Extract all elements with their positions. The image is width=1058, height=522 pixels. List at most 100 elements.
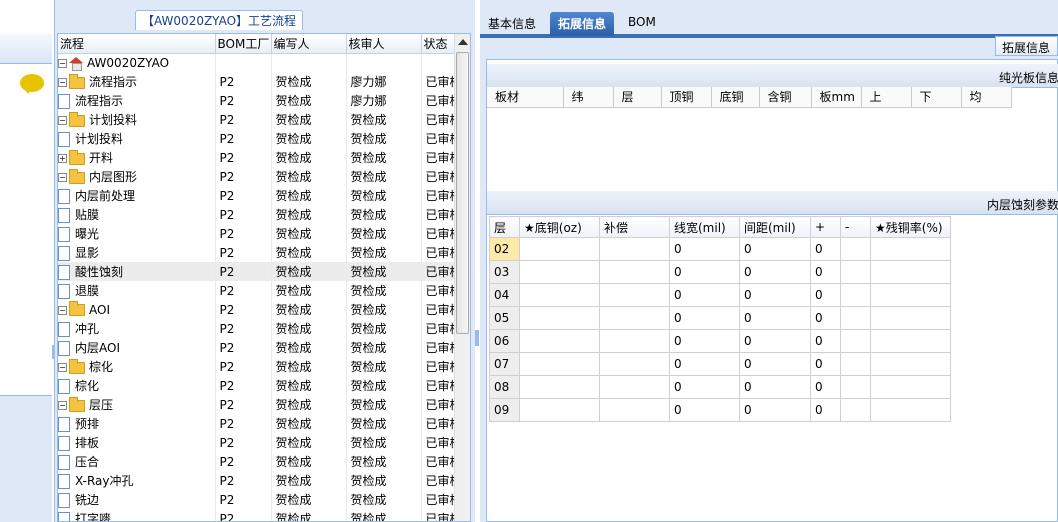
tree-cell-process[interactable]: 贴膜 [58,205,216,224]
inner-etch-value-cell[interactable] [599,306,670,330]
inner-etch-value-cell[interactable] [840,306,871,330]
inner-etch-value-cell[interactable]: 0 [810,375,841,399]
tree-row[interactable]: − AOI P2 贺检成 贺检成 已审核 [58,300,459,319]
plain-board-col-header[interactable]: 板mm [811,87,862,108]
plain-board-col-header[interactable]: 均 [961,87,1012,108]
plain-board-col-header[interactable]: 板材 [487,87,564,108]
plain-board-col-header[interactable]: 纬 [563,87,614,108]
tree-row[interactable]: 内层AOI P2 贺检成 贺检成 已审核 [58,338,459,357]
inner-etch-value-cell[interactable] [599,260,670,284]
inner-etch-value-cell[interactable]: 0 [739,306,811,330]
tree-cell-process[interactable]: X-Ray冲孔 [58,471,216,490]
tree-row[interactable]: 冲孔 P2 贺检成 贺检成 已审核 [58,319,459,338]
scrollbar-thumb[interactable] [456,52,469,334]
inner-etch-value-cell[interactable] [519,329,600,353]
plain-board-col-header[interactable]: 上 [861,87,912,108]
plain-board-col-header[interactable]: 层 [613,87,662,108]
tree-row[interactable]: 棕化 P2 贺检成 贺检成 已审核 [58,376,459,395]
inner-etch-value-cell[interactable] [840,375,871,399]
inner-etch-value-cell[interactable] [870,329,951,353]
tree-cell-process[interactable]: 退膜 [58,281,216,300]
inner-etch-value-cell[interactable] [519,375,600,399]
inner-etch-value-cell[interactable] [840,237,871,261]
expand-icon[interactable]: + [58,154,67,163]
inner-etch-value-cell[interactable]: 0 [669,306,740,330]
inner-etch-value-cell[interactable] [599,329,670,353]
inner-etch-value-cell[interactable] [870,352,951,376]
tree-cell-process[interactable]: − AOI [58,300,216,319]
inner-etch-value-cell[interactable] [519,283,600,307]
tree-vertical-scrollbar[interactable] [454,34,470,521]
plain-board-col-header[interactable]: 下 [911,87,962,108]
tree-cell-process[interactable]: − 棕化 [58,357,216,376]
plain-board-col-header[interactable]: 顶铜 [661,87,712,108]
tree-row[interactable]: − 内层图形 P2 贺检成 贺检成 已审核 [58,167,459,186]
tree-cell-process[interactable]: 预排 [58,414,216,433]
tree-cell-process[interactable]: 压合 [58,452,216,471]
inner-etch-value-cell[interactable]: 0 [669,329,740,353]
inner-etch-value-cell[interactable] [599,398,670,422]
plain-board-col-header[interactable]: 底铜 [711,87,760,108]
tree-row[interactable]: 内层前处理 P2 贺检成 贺检成 已审核 [58,186,459,205]
tree-cell-process[interactable]: + 开料 [58,148,216,167]
tree-row[interactable]: 酸性蚀刻 P2 贺检成 贺检成 已审核 [58,262,459,281]
tree-cell-process[interactable]: 流程指示 [58,91,216,110]
inner-etch-value-cell[interactable]: 0 [810,352,841,376]
inner-etch-value-cell[interactable] [519,352,600,376]
tree-cell-process[interactable]: − 流程指示 [58,72,216,91]
inner-etch-row[interactable]: 04 0 0 0 [489,283,951,307]
inner-etch-value-cell[interactable]: 0 [739,237,811,261]
inner-etch-value-cell[interactable]: 0 [669,283,740,307]
tree-row[interactable]: 铣边 P2 贺检成 贺检成 已审核 [58,490,459,509]
inner-etch-value-cell[interactable]: 0 [810,283,841,307]
column-header-bom-factory[interactable]: BOM工厂 [215,34,272,54]
inner-etch-value-cell[interactable]: 0 [739,260,811,284]
collapse-icon[interactable]: − [58,116,67,125]
inner-etch-value-cell[interactable] [599,352,670,376]
tree-cell-process[interactable]: − 层压 [58,395,216,414]
column-header-reviewer[interactable]: 核审人 [346,34,422,54]
inner-etch-value-cell[interactable] [519,260,600,284]
inner-etch-value-cell[interactable]: 0 [739,283,811,307]
tree-row[interactable]: 计划投料 P2 贺检成 贺检成 已审核 [58,129,459,148]
inner-etch-value-cell[interactable] [840,329,871,353]
inner-etch-value-cell[interactable]: 0 [669,398,740,422]
inner-etch-row[interactable]: 05 0 0 0 [489,306,951,330]
tree-cell-process[interactable]: 计划投料 [58,129,216,148]
tree-cell-process[interactable]: 内层前处理 [58,186,216,205]
tree-row[interactable]: − 棕化 P2 贺检成 贺检成 已审核 [58,357,459,376]
collapse-icon[interactable]: − [58,401,67,410]
tree-row[interactable]: − 流程指示 P2 贺检成 廖力娜 已审核 [58,72,459,91]
tab-basic-info[interactable]: 基本信息 [480,12,544,36]
tree-row[interactable]: 退膜 P2 贺检成 贺检成 已审核 [58,281,459,300]
subtab-extended-info[interactable]: 拓展信息 [995,36,1058,56]
tree-row[interactable]: + 开料 P2 贺检成 贺检成 已审核 [58,148,459,167]
inner-etch-col-header[interactable]: - [840,216,871,238]
tree-cell-process[interactable]: 棕化 [58,376,216,395]
inner-etch-row[interactable]: 09 0 0 0 [489,398,951,422]
tree-cell-process[interactable]: − 内层图形 [58,167,216,186]
inner-etch-value-cell[interactable]: 0 [739,375,811,399]
inner-etch-value-cell[interactable] [840,283,871,307]
tree-cell-process[interactable]: 曝光 [58,224,216,243]
middle-collapse-handle[interactable] [475,330,479,346]
inner-etch-value-cell[interactable]: 0 [810,306,841,330]
inner-etch-value-cell[interactable] [870,283,951,307]
collapse-icon[interactable]: − [58,363,67,372]
inner-etch-row[interactable]: 08 0 0 0 [489,375,951,399]
tree-row[interactable]: 贴膜 P2 贺检成 贺检成 已审核 [58,205,459,224]
tree-cell-process[interactable]: 打字嘜 [58,509,216,521]
inner-etch-value-cell[interactable]: 0 [669,237,740,261]
inner-etch-value-cell[interactable]: 0 [810,329,841,353]
inner-etch-value-cell[interactable]: 0 [739,398,811,422]
inner-etch-value-cell[interactable] [870,398,951,422]
tree-row[interactable]: − AW0020ZYAO [58,53,459,72]
inner-etch-value-cell[interactable] [599,375,670,399]
column-header-process[interactable]: 流程 [58,34,216,54]
tree-row[interactable]: 流程指示 P2 贺检成 廖力娜 已审核 [58,91,459,110]
inner-etch-value-cell[interactable] [519,237,600,261]
inner-etch-col-header[interactable]: ★残铜率(%) [870,216,951,238]
inner-etch-value-cell[interactable]: 0 [739,352,811,376]
inner-etch-value-cell[interactable] [870,260,951,284]
inner-etch-value-cell[interactable] [599,237,670,261]
